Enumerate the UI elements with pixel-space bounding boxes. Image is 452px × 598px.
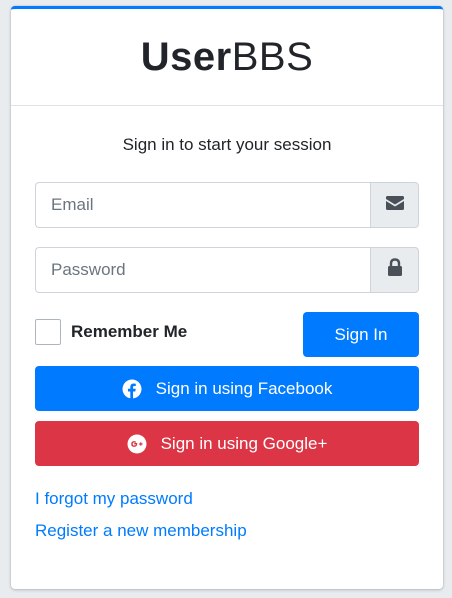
brand-name-bold: User — [140, 34, 232, 79]
sign-in-button[interactable]: Sign In — [303, 312, 419, 357]
google-plus-icon — [127, 434, 147, 454]
brand-header: User BBS — [11, 9, 443, 106]
envelope-icon — [385, 195, 405, 216]
remember-me: Remember Me — [35, 319, 187, 345]
lock-icon — [387, 258, 403, 282]
login-box-message: Sign in to start your session — [122, 135, 332, 154]
register-link[interactable]: Register a new membership — [35, 521, 247, 541]
password-addon — [370, 247, 419, 293]
google-sign-in-button[interactable]: Sign in using Google+ — [35, 421, 419, 466]
password-input-group — [35, 247, 419, 293]
forgot-password-link[interactable]: I forgot my password — [35, 489, 193, 509]
google-sign-in-label: Sign in using Google+ — [160, 433, 328, 453]
password-field[interactable] — [35, 247, 370, 293]
facebook-sign-in-label: Sign in using Facebook — [155, 378, 333, 398]
remember-checkbox[interactable] — [35, 319, 61, 345]
facebook-sign-in-button[interactable]: Sign in using Facebook — [35, 366, 419, 411]
email-addon — [370, 182, 419, 228]
email-input-group — [35, 182, 419, 228]
brand-name-light: BBS — [231, 34, 314, 79]
email-field[interactable] — [35, 182, 370, 228]
facebook-icon — [122, 379, 142, 399]
remember-label[interactable]: Remember Me — [71, 322, 187, 342]
login-card: User BBS Sign in to start your session E… — [11, 6, 443, 589]
